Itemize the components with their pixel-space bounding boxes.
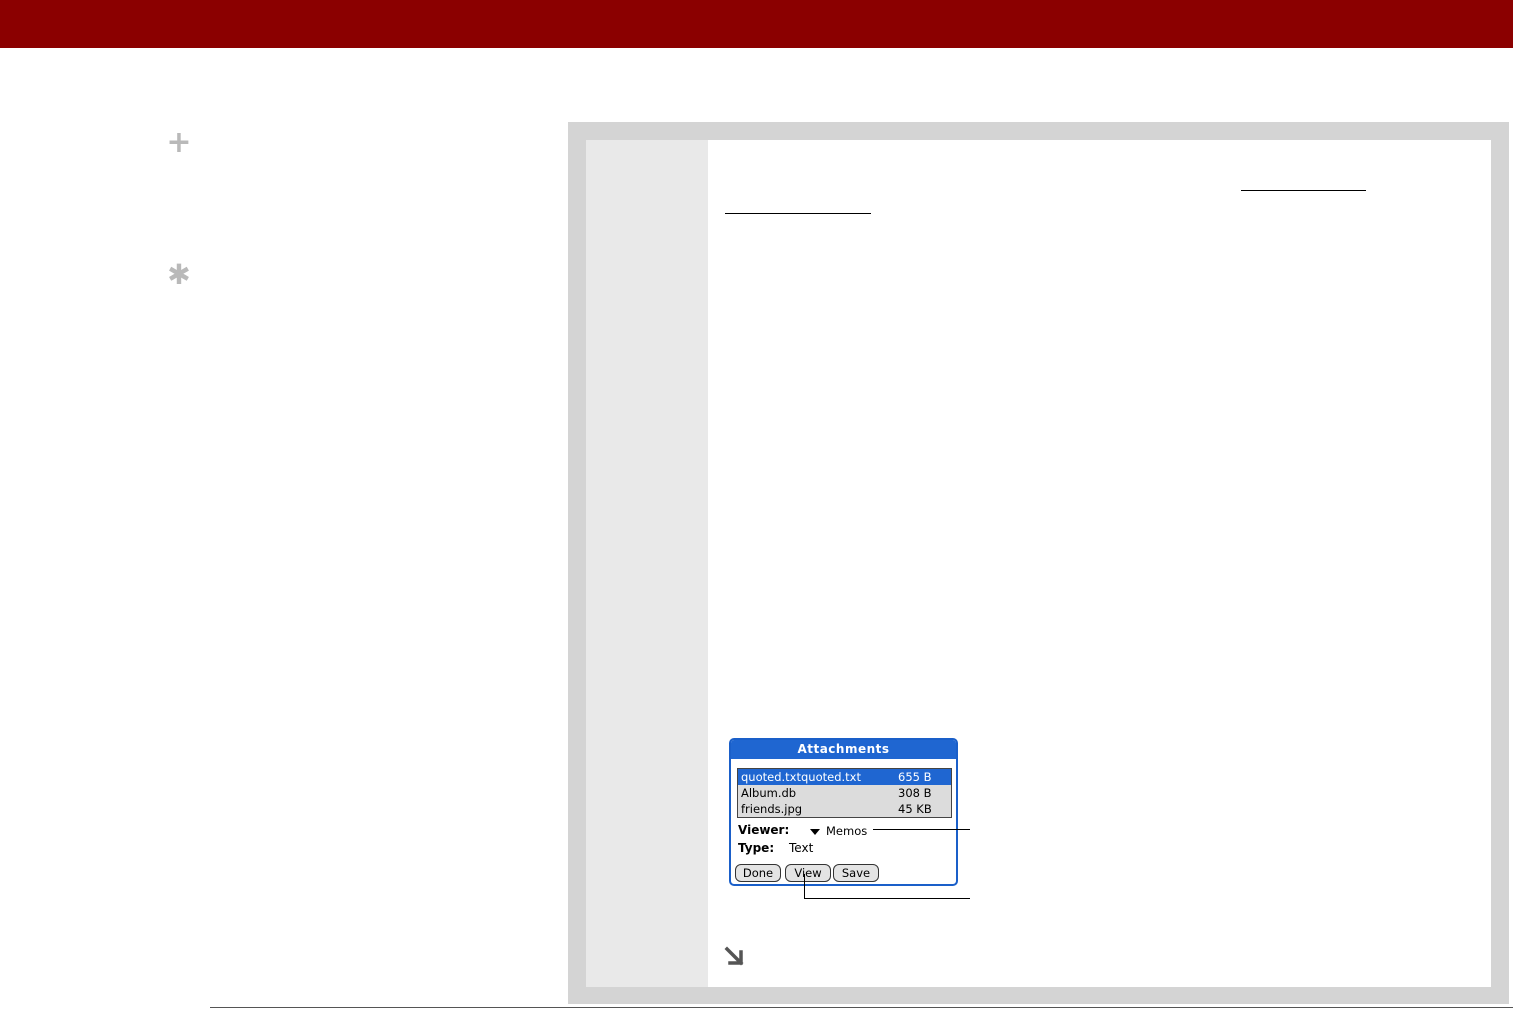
hyperlink-underline[interactable] [1241, 190, 1366, 191]
dialog-title: Attachments [731, 740, 956, 759]
arrow-down-right-icon [724, 946, 744, 966]
file-size: 308 B [898, 786, 932, 800]
type-value: Text [789, 841, 814, 855]
done-button[interactable]: Done [735, 864, 781, 882]
viewer-callout-line [873, 829, 970, 830]
list-item[interactable]: Album.db 308 B [738, 785, 951, 801]
list-item[interactable]: friends.jpg 45 KB [738, 801, 951, 817]
file-name: Album.db [741, 786, 797, 800]
view-callout-stem [804, 874, 805, 898]
attachment-list[interactable]: quoted.txtquoted.txt 655 B Album.db 308 … [737, 768, 952, 818]
view-button[interactable]: View [785, 864, 831, 882]
file-name: friends.jpg [741, 802, 803, 816]
save-button[interactable]: Save [833, 864, 879, 882]
header-bar [0, 0, 1513, 48]
list-item[interactable]: quoted.txtquoted.txt 655 B [738, 769, 951, 785]
chevron-down-icon[interactable] [810, 829, 820, 835]
asterisk-icon: ✱ [167, 258, 191, 291]
file-name: quoted.txtquoted.txt [741, 770, 861, 784]
step-number-column [586, 140, 708, 987]
file-size: 45 KB [898, 802, 932, 816]
viewer-label: Viewer: [738, 823, 790, 837]
viewer-picker[interactable]: Memos [826, 824, 867, 838]
file-size: 655 B [898, 770, 932, 784]
footer-rule [210, 1007, 1513, 1008]
type-label: Type: [738, 841, 775, 855]
hyperlink-underline-continued[interactable] [725, 213, 871, 214]
view-callout-line [804, 898, 970, 899]
attachments-dialog: Attachments quoted.txtquoted.txt 655 B A… [729, 738, 958, 886]
plus-icon: + [166, 125, 192, 160]
